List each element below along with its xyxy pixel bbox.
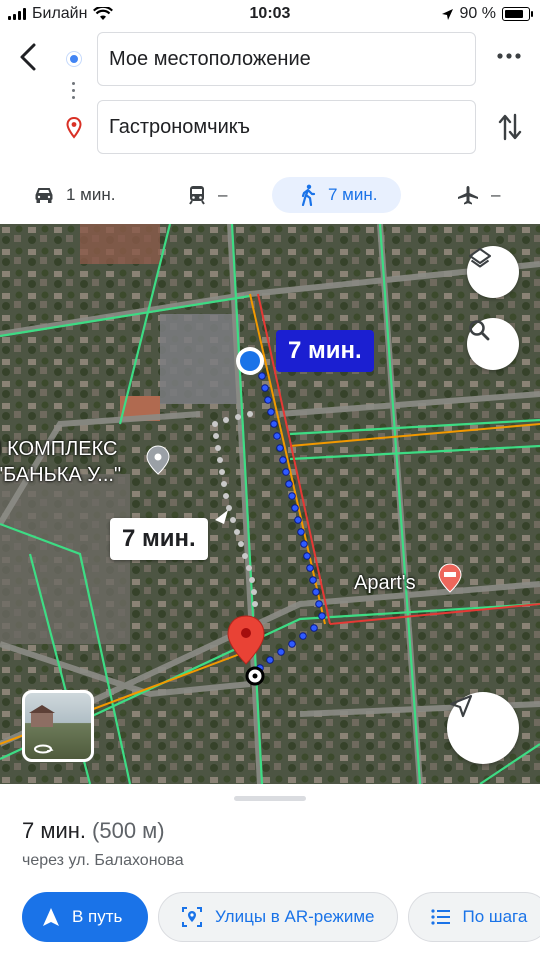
mode-transit[interactable]: – — [188, 177, 227, 213]
alt-route-duration-label[interactable]: 7 мин. — [110, 518, 208, 560]
mode-walking-label: 7 мин. — [328, 185, 378, 204]
battery-percent: 90 % — [459, 5, 496, 22]
action-buttons: В путь Улицы в AR-режиме По шага — [22, 892, 540, 944]
route-duration: 7 мин. — [22, 818, 87, 843]
layers-icon — [469, 248, 491, 268]
walk-icon — [301, 184, 316, 206]
steps-button[interactable]: По шага — [407, 892, 540, 942]
battery-icon — [502, 7, 533, 21]
flight-icon — [458, 186, 478, 205]
status-right: 90 % — [441, 5, 533, 23]
ar-location-icon — [182, 907, 202, 927]
navigation-arrow-icon — [43, 908, 59, 926]
ar-button-label: Улицы в AR-режиме — [215, 907, 375, 926]
mode-driving[interactable]: 1 мин. — [34, 177, 115, 213]
directions-header: Мое местоположение Гастрономчикъ — [0, 30, 540, 164]
swap-vertical-icon[interactable] — [497, 112, 523, 142]
origin-input[interactable]: Мое местоположение — [97, 32, 476, 86]
mode-transit-label: – — [218, 185, 228, 204]
origin-dot-icon — [67, 52, 81, 66]
layers-button[interactable] — [467, 246, 519, 298]
poi-complex-line2: "БАНЬКА У..." — [0, 464, 122, 486]
start-button-label: В путь — [72, 907, 123, 926]
search-icon — [469, 320, 490, 341]
mode-flight[interactable]: – — [457, 177, 500, 213]
route-via: через ул. Балахонова — [22, 852, 184, 869]
poi-complex-line1: І КОМПЛЕКС — [0, 438, 118, 460]
sheet-drag-handle[interactable] — [234, 796, 306, 801]
connector-dots — [72, 82, 76, 103]
route-summary: 7 мин. (500 м) — [22, 818, 165, 844]
street-view-thumbnail[interactable] — [22, 690, 94, 762]
navigation-arrow-icon — [449, 694, 473, 718]
navigate-button[interactable] — [447, 692, 519, 764]
status-bar: Билайн 10:03 90 % — [0, 0, 540, 30]
mode-flight-label: – — [491, 185, 501, 204]
mode-walking[interactable]: 7 мин. — [272, 177, 402, 213]
map-search-button[interactable] — [467, 318, 519, 370]
travel-modes: 1 мин. – 7 мин. – — [0, 164, 540, 224]
poi-complex-label[interactable]: І КОМПЛЕКС "БАНЬКА У..." — [0, 436, 121, 488]
route-distance: (500 м) — [92, 818, 165, 843]
poi-hotel-label[interactable]: Apart's — [354, 572, 416, 595]
destination-pin-icon — [66, 117, 82, 139]
location-arrow-icon — [441, 8, 453, 20]
more-horizontal-icon[interactable] — [496, 50, 522, 62]
mode-driving-label: 1 мин. — [66, 185, 116, 204]
route-duration-label[interactable]: 7 мин. — [276, 330, 374, 372]
destination-input[interactable]: Гастрономчикъ — [97, 100, 476, 154]
route-summary-sheet: 7 мин. (500 м) через ул. Балахонова В пут… — [0, 784, 540, 960]
transit-icon — [189, 186, 205, 205]
car-icon — [35, 188, 53, 203]
steps-button-label: По шага — [462, 907, 528, 926]
ar-button[interactable]: Улицы в AR-режиме — [158, 892, 398, 942]
start-button[interactable]: В путь — [22, 892, 148, 942]
back-arrow-icon[interactable] — [14, 40, 44, 74]
list-icon — [430, 909, 450, 925]
map-view[interactable]: 7 мин. 7 мин. І КОМПЛЕКС "БАНЬКА У..." A… — [0, 224, 540, 784]
street-view-rotate-icon — [29, 705, 55, 754]
